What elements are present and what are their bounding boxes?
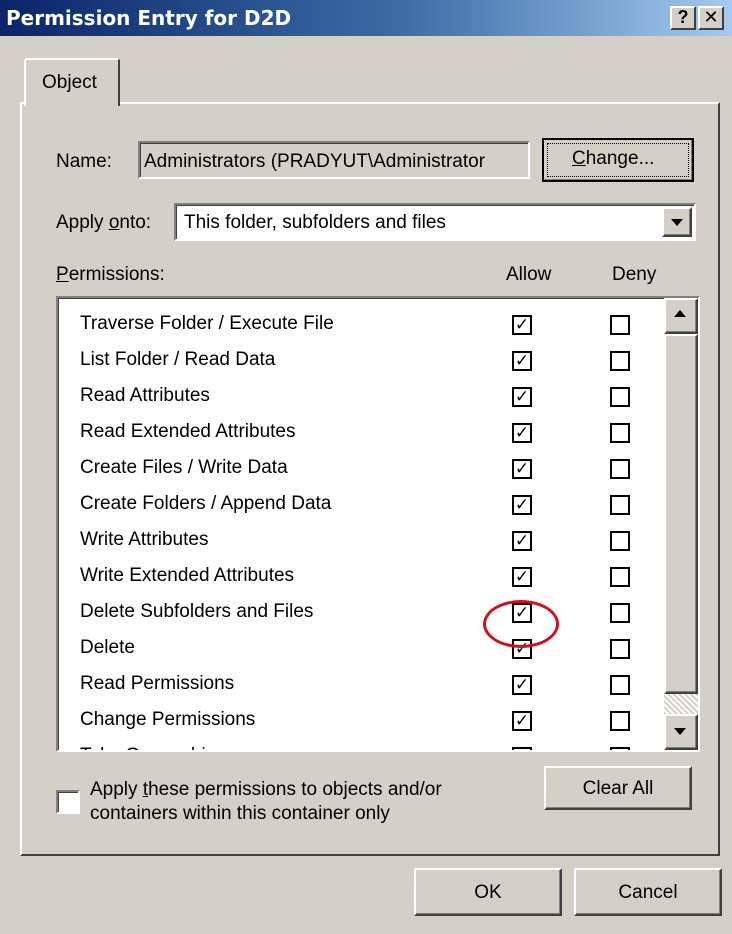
apply-onto-label: Apply onto: [56, 212, 152, 233]
highlight-circle [483, 600, 559, 648]
help-button[interactable]: ? [670, 6, 696, 30]
allow-checkbox[interactable]: ✓ [512, 423, 532, 443]
check-icon: ✓ [514, 711, 530, 730]
deny-checkbox[interactable] [610, 639, 630, 659]
permission-row: Delete ✓ [80, 632, 670, 668]
deny-checkbox[interactable] [610, 315, 630, 335]
apply-onto-select[interactable]: This folder, subfolders and files [174, 203, 696, 241]
cancel-button[interactable]: Cancel [574, 868, 722, 916]
allow-checkbox[interactable]: ✓ [512, 495, 532, 515]
allow-header: Allow [506, 264, 552, 285]
apply-onto-dropdown-button[interactable] [662, 207, 692, 237]
permission-label: Create Folders / Append Data [80, 493, 332, 514]
deny-header: Deny [612, 264, 657, 285]
deny-checkbox[interactable] [610, 567, 630, 587]
permission-row: Change Permissions ✓ [80, 704, 670, 740]
deny-checkbox[interactable] [610, 675, 630, 695]
window-title: Permission Entry for D2D [6, 6, 292, 30]
allow-checkbox[interactable]: ✓ [512, 711, 532, 731]
allow-checkbox[interactable]: ✓ [512, 531, 532, 551]
permission-row: Write Extended Attributes ✓ [80, 560, 670, 596]
chevron-down-icon [674, 728, 686, 735]
permissions-list: Traverse Folder / Execute File ✓ List Fold… [56, 296, 700, 752]
permission-row: List Folder / Read Data ✓ [80, 344, 670, 380]
check-icon: ✓ [514, 423, 530, 442]
permission-row: Delete Subfolders and Files ✓ [80, 596, 670, 632]
deny-checkbox[interactable] [610, 423, 630, 443]
permission-row: Traverse Folder / Execute File ✓ [80, 308, 670, 344]
close-button[interactable]: ✕ [698, 6, 724, 30]
allow-checkbox[interactable]: ✓ [512, 387, 532, 407]
permission-label: Read Extended Attributes [80, 421, 296, 442]
permission-label: Write Attributes [80, 529, 209, 550]
permission-label: Change Permissions [80, 709, 256, 730]
allow-checkbox[interactable]: ✓ [512, 746, 532, 750]
scroll-track[interactable] [664, 694, 698, 714]
close-icon: ✕ [703, 7, 719, 27]
change-button[interactable]: Change... [542, 138, 694, 182]
permission-label: Delete Subfolders and Files [80, 601, 314, 622]
permission-label: Read Attributes [80, 385, 210, 406]
deny-checkbox[interactable] [610, 351, 630, 371]
allow-checkbox[interactable]: ✓ [512, 315, 532, 335]
apply-only-label[interactable]: Apply these permissions to objects and/o… [90, 778, 442, 826]
name-field: Administrators (PRADYUT\Administrator [138, 141, 530, 179]
apply-onto-value: This folder, subfolders and files [184, 212, 446, 233]
permission-row: Create Folders / Append Data ✓ [80, 488, 670, 524]
check-icon: ✓ [514, 531, 530, 550]
check-icon: ✓ [514, 351, 530, 370]
change-accel: C [572, 148, 586, 169]
scroll-thumb[interactable] [664, 334, 698, 694]
permission-label: Write Extended Attributes [80, 565, 295, 586]
deny-checkbox[interactable] [610, 459, 630, 479]
permission-row: Write Attributes ✓ [80, 524, 670, 560]
tab-object-label: Object [42, 72, 97, 93]
allow-checkbox[interactable]: ✓ [512, 351, 532, 371]
permission-label: Delete [80, 637, 135, 658]
clear-all-button[interactable]: Clear All [544, 766, 692, 810]
check-icon: ✓ [514, 387, 530, 406]
allow-checkbox[interactable]: ✓ [512, 675, 532, 695]
title-bar: Permission Entry for D2D ? ✕ [0, 0, 732, 36]
check-icon: ✓ [514, 459, 530, 478]
apply-only-checkbox[interactable] [56, 790, 80, 814]
tab-object[interactable]: Object [24, 58, 120, 106]
deny-checkbox[interactable] [610, 603, 630, 623]
permission-label: Create Files / Write Data [80, 457, 288, 478]
permission-label: Take Ownership [80, 745, 216, 750]
permission-label: Traverse Folder / Execute File [80, 313, 334, 334]
name-value: Administrators (PRADYUT\Administrator [144, 151, 486, 172]
deny-checkbox[interactable] [610, 747, 630, 750]
ok-button[interactable]: OK [414, 868, 562, 916]
deny-checkbox[interactable] [610, 531, 630, 551]
permission-row: Create Files / Write Data ✓ [80, 452, 670, 488]
chevron-down-icon [671, 219, 683, 226]
permissions-label: Permissions: [56, 264, 165, 285]
name-label: Name: [56, 151, 112, 172]
allow-checkbox[interactable]: ✓ [512, 567, 532, 587]
permission-label: List Folder / Read Data [80, 349, 276, 370]
permission-row: Read Extended Attributes ✓ [80, 416, 670, 452]
deny-checkbox[interactable] [610, 711, 630, 731]
deny-checkbox[interactable] [610, 387, 630, 407]
change-label: hange... [585, 148, 655, 169]
scroll-down-button[interactable] [664, 714, 698, 750]
check-icon: ✓ [514, 315, 530, 334]
allow-checkbox[interactable]: ✓ [512, 459, 532, 479]
check-icon: ✓ [514, 675, 530, 694]
scroll-up-button[interactable] [664, 298, 698, 334]
permissions-scrollbar[interactable] [664, 298, 698, 750]
permission-row: Read Permissions ✓ [80, 668, 670, 704]
check-icon: ✓ [514, 567, 530, 586]
help-icon: ? [677, 7, 689, 27]
permission-label: Read Permissions [80, 673, 235, 694]
permission-row: Read Attributes ✓ [80, 380, 670, 416]
deny-checkbox[interactable] [610, 495, 630, 515]
chevron-up-icon [674, 310, 686, 317]
permission-row: Take Ownership ✓ [80, 740, 670, 750]
check-icon: ✓ [514, 746, 530, 750]
check-icon: ✓ [514, 495, 530, 514]
